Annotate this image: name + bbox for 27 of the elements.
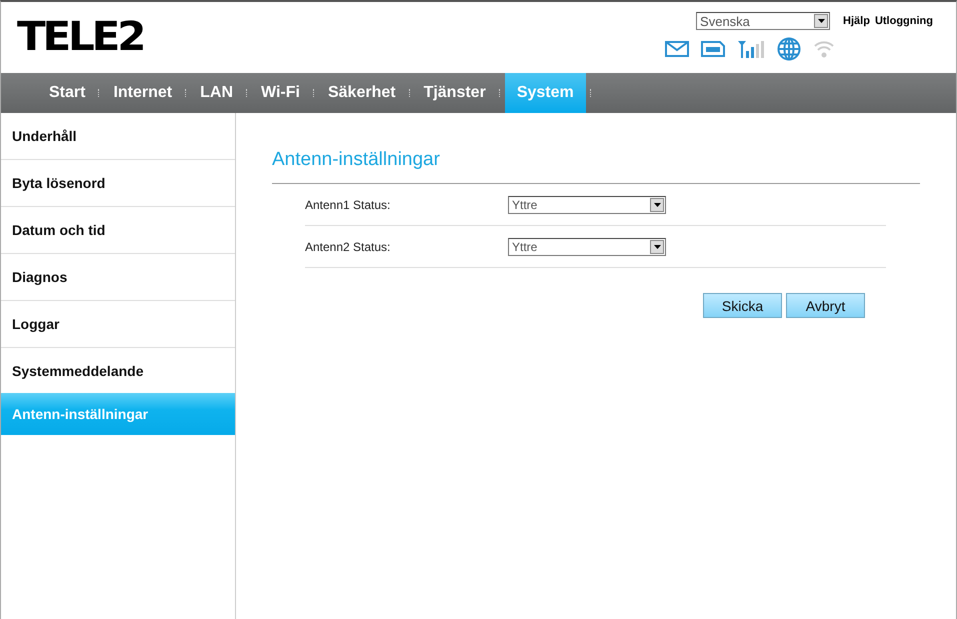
- sidebar-item[interactable]: Datum och tid: [1, 207, 235, 254]
- sidebar-item[interactable]: Underhåll: [1, 113, 235, 160]
- nav-tab[interactable]: Start: [40, 73, 94, 113]
- sidebar-item[interactable]: Byta lösenord: [1, 160, 235, 207]
- form-button[interactable]: Skicka: [703, 293, 782, 318]
- header-link[interactable]: Hjälp: [843, 15, 870, 27]
- nav-tab[interactable]: Tjänster: [414, 73, 495, 113]
- page-title: Antenn-inställningar: [272, 149, 920, 184]
- nav-tab[interactable]: Wi-Fi: [252, 73, 309, 113]
- signal-icon: [737, 40, 765, 58]
- sidebar-item[interactable]: Loggar: [1, 301, 235, 348]
- wifi-icon: [813, 39, 835, 59]
- nav-tab[interactable]: LAN: [191, 73, 242, 113]
- field-label: Antenn1 Status:: [305, 198, 392, 212]
- nav-tab[interactable]: Internet: [104, 73, 182, 113]
- form-button[interactable]: Avbryt: [786, 293, 865, 318]
- sidebar-item[interactable]: Diagnos: [1, 254, 235, 301]
- logo: TELE2: [17, 16, 144, 58]
- language-select[interactable]: Svenska: [696, 12, 830, 30]
- envelope-icon: [665, 41, 689, 57]
- globe-icon: [777, 37, 801, 61]
- nav-tab[interactable]: Säkerhet: [318, 73, 405, 113]
- header-link[interactable]: Utloggning: [874, 15, 933, 27]
- sim-card-icon: [701, 41, 725, 57]
- antenna-select[interactable]: Yttre: [508, 196, 666, 214]
- field-label: Antenn2 Status:: [305, 240, 392, 254]
- antenna-select[interactable]: Yttre: [508, 238, 666, 256]
